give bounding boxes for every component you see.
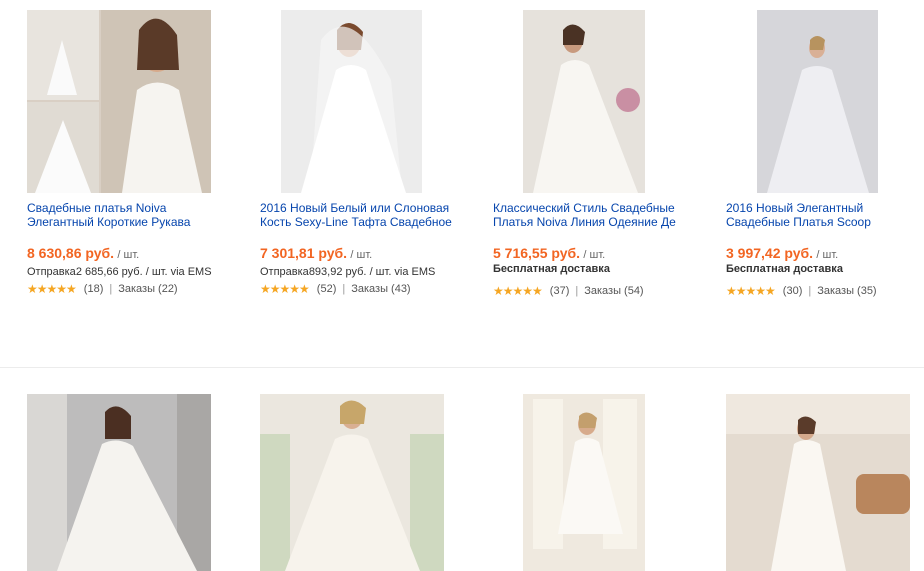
shipping-info: Отправка2 685,66 руб. / шт. via EMS	[27, 266, 212, 278]
separator: |	[808, 285, 812, 297]
product-image-3[interactable]	[523, 10, 645, 193]
product-title-line[interactable]: Кость Sexy-Line Тафта Свадебное	[260, 215, 460, 229]
product-title-line[interactable]: 2016 Новый Элегантный	[726, 201, 924, 215]
product-image-4[interactable]	[757, 10, 878, 193]
price-unit: / шт.	[583, 249, 606, 261]
free-shipping-label: Бесплатная доставка	[493, 263, 610, 275]
price-line: 7 301,81 руб. / шт.	[260, 245, 372, 261]
price-line: 8 630,86 руб. / шт.	[27, 245, 139, 261]
product-image-1[interactable]	[27, 10, 211, 193]
order-count[interactable]: Заказы (54)	[584, 285, 643, 297]
rating-row: ★★★★★ (52) | Заказы (43)	[260, 282, 411, 296]
product-title-line[interactable]: Платья Noiva Линия Одеяние Де	[493, 215, 693, 229]
star-rating-icon: ★★★★★	[260, 282, 310, 296]
shipping-info: Бесплатная доставка	[726, 263, 843, 275]
product-image-5[interactable]	[27, 394, 211, 571]
product-grid: Свадебные платья Noiva Элегантный Коротк…	[0, 0, 924, 571]
review-count[interactable]: (30)	[783, 285, 803, 297]
product-image-6[interactable]	[260, 394, 444, 571]
row-divider	[0, 367, 924, 368]
shipping-price: 2 685,66 руб.	[75, 266, 143, 278]
shipping-label: Отправка	[27, 266, 76, 278]
product-title-line[interactable]: 2016 Новый Белый или Слоновая	[260, 201, 460, 215]
rating-row: ★★★★★ (37) | Заказы (54)	[493, 284, 644, 298]
shipping-info: Бесплатная доставка	[493, 263, 610, 275]
product-title-4[interactable]: 2016 Новый Элегантный Свадебные Платья S…	[726, 201, 924, 229]
separator: |	[575, 285, 579, 297]
product-price: 3 997,42 руб.	[726, 245, 814, 261]
product-image-2[interactable]	[281, 10, 422, 193]
price-unit: / шт.	[117, 249, 140, 261]
product-title-line[interactable]: Свадебные Платья Scoop	[726, 215, 924, 229]
shipping-suffix: / шт. via EMS	[145, 266, 212, 278]
order-count[interactable]: Заказы (43)	[351, 283, 410, 295]
product-image-7[interactable]	[523, 394, 645, 571]
rating-row: ★★★★★ (18) | Заказы (22)	[27, 282, 178, 296]
review-count[interactable]: (37)	[550, 285, 570, 297]
product-price: 8 630,86 руб.	[27, 245, 115, 261]
shipping-info: Отправка893,92 руб. / шт. via EMS	[260, 266, 435, 278]
separator: |	[342, 283, 346, 295]
price-unit: / шт.	[816, 249, 839, 261]
product-title-2[interactable]: 2016 Новый Белый или Слоновая Кость Sexy…	[260, 201, 460, 229]
star-rating-icon: ★★★★★	[493, 284, 543, 298]
price-line: 3 997,42 руб. / шт.	[726, 245, 838, 261]
product-price: 5 716,55 руб.	[493, 245, 581, 261]
shipping-suffix: / шт. via EMS	[369, 266, 436, 278]
star-rating-icon: ★★★★★	[27, 282, 77, 296]
order-count[interactable]: Заказы (22)	[118, 283, 177, 295]
product-title-3[interactable]: Классический Стиль Свадебные Платья Noiv…	[493, 201, 693, 229]
price-unit: / шт.	[350, 249, 373, 261]
product-image-8[interactable]	[726, 394, 910, 571]
product-price: 7 301,81 руб.	[260, 245, 348, 261]
rating-row: ★★★★★ (30) | Заказы (35)	[726, 284, 877, 298]
review-count[interactable]: (52)	[317, 283, 337, 295]
review-count[interactable]: (18)	[84, 283, 104, 295]
separator: |	[109, 283, 113, 295]
free-shipping-label: Бесплатная доставка	[726, 263, 843, 275]
price-line: 5 716,55 руб. / шт.	[493, 245, 605, 261]
product-title-1[interactable]: Свадебные платья Noiva Элегантный Коротк…	[27, 201, 227, 229]
product-title-line[interactable]: Свадебные платья Noiva	[27, 201, 227, 215]
product-title-line[interactable]: Элегантный Короткие Рукава	[27, 215, 227, 229]
order-count[interactable]: Заказы (35)	[817, 285, 876, 297]
shipping-price: 893,92 руб.	[308, 266, 367, 278]
star-rating-icon: ★★★★★	[726, 284, 776, 298]
product-title-line[interactable]: Классический Стиль Свадебные	[493, 201, 693, 215]
shipping-label: Отправка	[260, 266, 309, 278]
